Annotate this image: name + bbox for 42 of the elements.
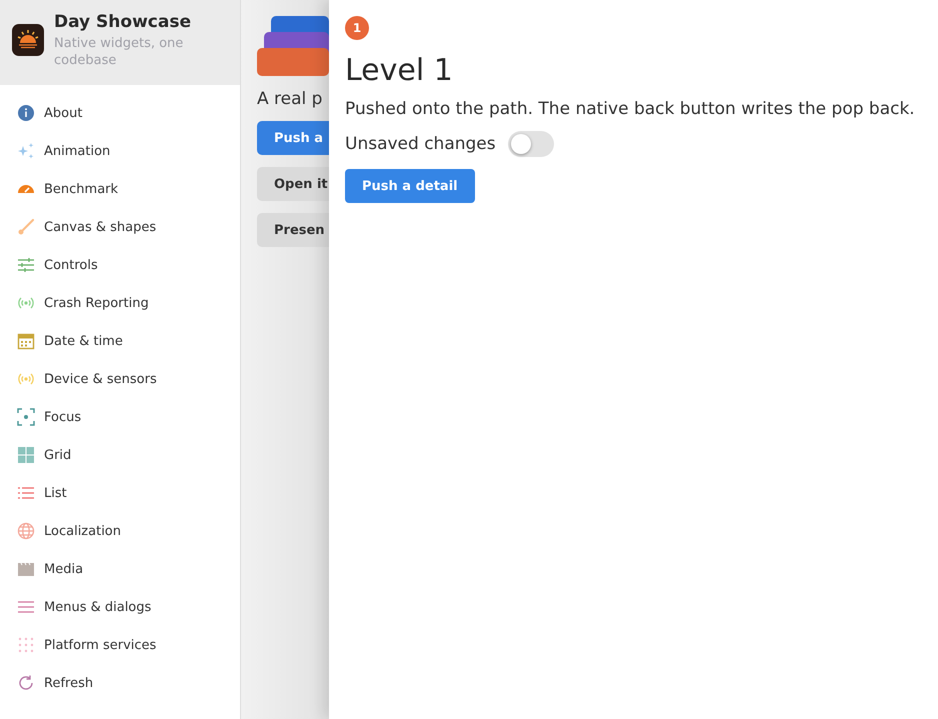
detail-description: Pushed onto the path. The native back button writes the pop back.	[345, 99, 916, 119]
app-subtitle: Native widgets, one codebase	[54, 35, 184, 69]
unsaved-toggle[interactable]	[508, 131, 554, 157]
calendar-icon	[17, 332, 35, 350]
sidebar-item[interactable]: Date & time	[0, 322, 240, 360]
detail-title: Level 1	[345, 53, 454, 88]
sidebar-item[interactable]: Menus & dialogs	[0, 588, 240, 626]
stacked-layers-drawing	[257, 16, 329, 76]
sidebar-item[interactable]: Canvas & shapes	[0, 208, 240, 246]
toggle-label: Unsaved changes	[345, 134, 496, 154]
dots-icon	[17, 636, 35, 654]
level-badge: 1	[345, 16, 369, 40]
sidebar-item[interactable]: About	[0, 94, 240, 132]
sidebar-item[interactable]: Device & sensors	[0, 360, 240, 398]
film-icon	[17, 560, 35, 578]
sidebar-item[interactable]: Grid	[0, 436, 240, 474]
sidebar-item[interactable]: Platform services	[0, 626, 240, 664]
sidebar-item[interactable]: Benchmark	[0, 170, 240, 208]
nav-button[interactable]: Presen	[257, 213, 329, 247]
sidebar-item[interactable]: Media	[0, 550, 240, 588]
nav-button[interactable]: Open it	[257, 167, 329, 201]
sidebar-item[interactable]: Focus	[0, 398, 240, 436]
intro-text: A real p	[257, 89, 322, 109]
nav-button[interactable]: Push a	[257, 121, 329, 155]
sliders-icon	[17, 256, 35, 274]
refresh-icon	[17, 674, 35, 692]
sidebar-item[interactable]: Localization	[0, 512, 240, 550]
sidebar-item[interactable]: Animation	[0, 132, 240, 170]
sidebar-item[interactable]: Controls	[0, 246, 240, 284]
brush-icon	[17, 218, 35, 236]
info-icon	[17, 104, 35, 122]
grid-icon	[17, 446, 35, 464]
app-title: Day Showcase	[54, 12, 192, 32]
sidebar-item[interactable]: Crash Reporting	[0, 284, 240, 322]
focus-icon	[17, 408, 35, 426]
sunrise-logo-icon	[12, 24, 44, 56]
globe-icon	[17, 522, 35, 540]
push-detail-button[interactable]: Push a detail	[345, 169, 475, 203]
sparkle-icon	[17, 142, 35, 160]
sidebar-item[interactable]: List	[0, 474, 240, 512]
gauge-icon	[17, 184, 35, 194]
sidebar-item[interactable]: Refresh	[0, 664, 240, 702]
